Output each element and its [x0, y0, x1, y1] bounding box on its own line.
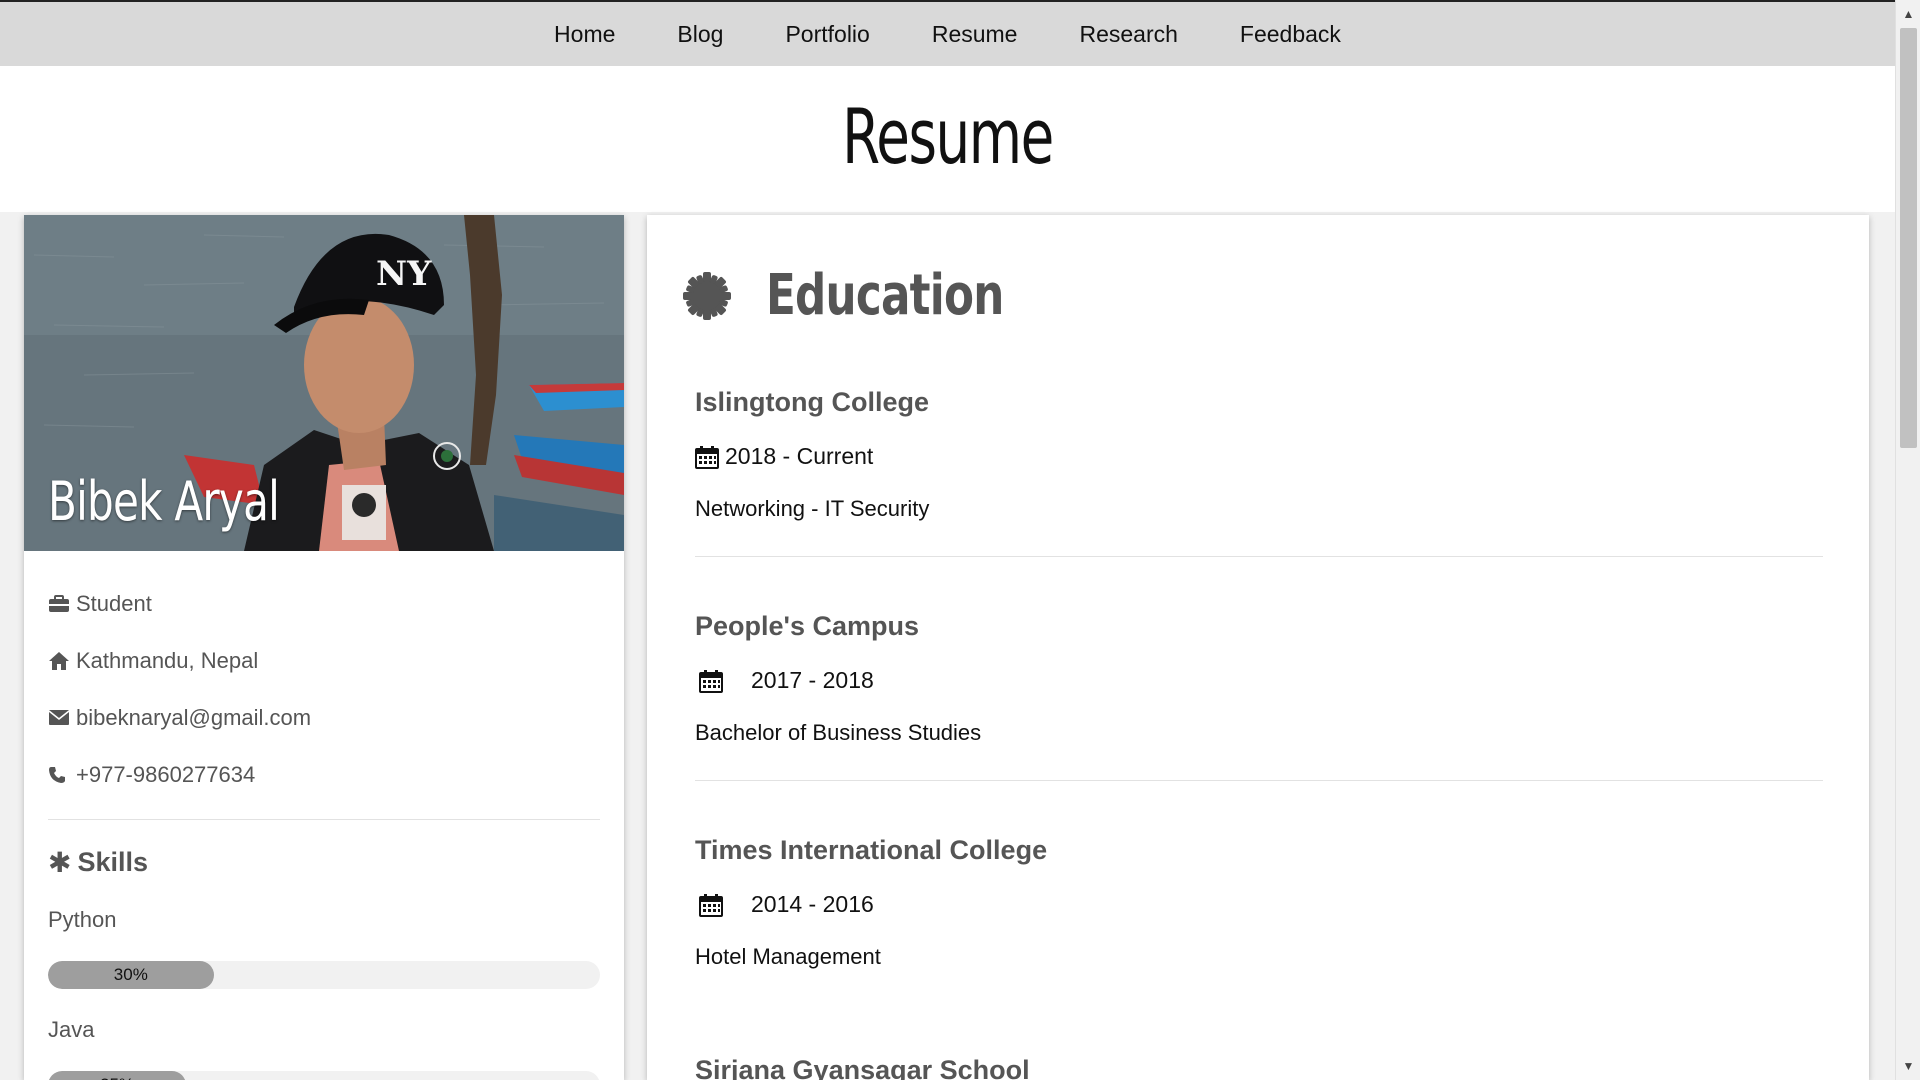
home-icon: [48, 650, 72, 672]
education-title: Education: [766, 263, 1004, 328]
calendar-icon: [695, 445, 721, 469]
education-school: Islingtong College: [695, 387, 929, 417]
phone-text[interactable]: +977-9860277634: [76, 762, 255, 788]
calendar-icon: [699, 893, 725, 917]
education-item: People's Campus 2017 - 2018 Bachelor of …: [695, 611, 1823, 781]
calendar-icon: [699, 669, 725, 693]
scroll-up-arrow-icon[interactable]: ▲: [1896, 2, 1920, 26]
skills-heading: ✱ Skills: [48, 846, 624, 879]
profile-name: Bibek Aryal: [48, 470, 280, 533]
page-scrollbar[interactable]: ▲ ▼: [1895, 0, 1920, 1080]
nav-blog[interactable]: Blog: [646, 18, 754, 50]
info-location: Kathmandu, Nepal: [48, 632, 600, 689]
asterisk-icon: ✱: [48, 847, 72, 878]
envelope-icon: [48, 707, 72, 729]
top-navbar: Home Blog Portfolio Resume Research Feed…: [0, 0, 1895, 66]
main-nav: Home Blog Portfolio Resume Research Feed…: [523, 18, 1372, 50]
education-program: Bachelor of Business Studies: [695, 720, 982, 745]
education-card: Education Islingtong College 2018 - Curr…: [647, 215, 1869, 1080]
divider: [695, 780, 1823, 781]
skill-item: Python 30%: [48, 907, 600, 989]
nav-feedback[interactable]: Feedback: [1209, 18, 1372, 50]
gear-icon: [682, 271, 732, 321]
skills-title-text: Skills: [77, 847, 149, 877]
phone-icon: [48, 764, 72, 786]
education-dates-text: 2014 - 2016: [751, 891, 874, 917]
scroll-down-arrow-icon[interactable]: ▼: [1896, 1054, 1920, 1078]
education-item: Times International College 2014 - 2016 …: [695, 835, 1823, 970]
divider: [695, 556, 1823, 557]
education-item: Islingtong College 2018 - Current Networ…: [695, 387, 1823, 557]
education-school: Times International College: [695, 835, 1048, 865]
education-heading: Education: [682, 263, 1071, 328]
info-occupation: Student: [48, 575, 600, 632]
profile-card: NY Bibek Aryal Student Kathmandu, Nepal: [24, 215, 624, 1080]
skill-progress-bar: 30%: [48, 961, 600, 989]
nav-research[interactable]: Research: [1048, 18, 1208, 50]
page: Home Blog Portfolio Resume Research Feed…: [0, 0, 1920, 1080]
education-dates-text: 2017 - 2018: [751, 667, 874, 693]
info-email: bibeknaryal@gmail.com: [48, 689, 600, 746]
nav-resume[interactable]: Resume: [901, 18, 1049, 50]
info-phone: +977-9860277634: [48, 746, 600, 803]
scrollbar-thumb[interactable]: [1900, 28, 1917, 448]
education-dates-text: 2018 - Current: [725, 443, 874, 469]
skill-progress-fill: 30%: [48, 961, 214, 989]
education-dates: 2014 - 2016: [695, 891, 1823, 918]
education-program: Hotel Management: [695, 944, 881, 969]
svg-text:NY: NY: [376, 254, 432, 294]
page-title: Resume: [842, 92, 1054, 181]
education-school: Sirjana Gyansagar School: [695, 1055, 1030, 1080]
skill-progress-bar: 25%: [48, 1071, 600, 1080]
skill-name: Python: [48, 907, 117, 932]
nav-home[interactable]: Home: [523, 18, 646, 50]
profile-info: Student Kathmandu, Nepal bibeknaryal@gma…: [24, 551, 624, 803]
education-school: People's Campus: [695, 611, 919, 641]
location-text: Kathmandu, Nepal: [76, 647, 259, 673]
occupation-text: Student: [76, 590, 152, 616]
profile-photo: NY Bibek Aryal: [24, 215, 624, 551]
education-program: Networking - IT Security: [695, 496, 930, 521]
nav-portfolio[interactable]: Portfolio: [754, 18, 900, 50]
email-text[interactable]: bibeknaryal@gmail.com: [76, 705, 311, 731]
skill-progress-fill: 25%: [48, 1071, 186, 1080]
divider: [48, 819, 600, 820]
education-dates: 2017 - 2018: [695, 667, 1823, 694]
briefcase-icon: [48, 593, 72, 615]
education-dates: 2018 - Current: [695, 443, 1823, 470]
skill-name: Java: [48, 1017, 95, 1042]
education-item: Sirjana Gyansagar School: [695, 1055, 1823, 1080]
skill-item: Java 25%: [48, 1017, 600, 1080]
